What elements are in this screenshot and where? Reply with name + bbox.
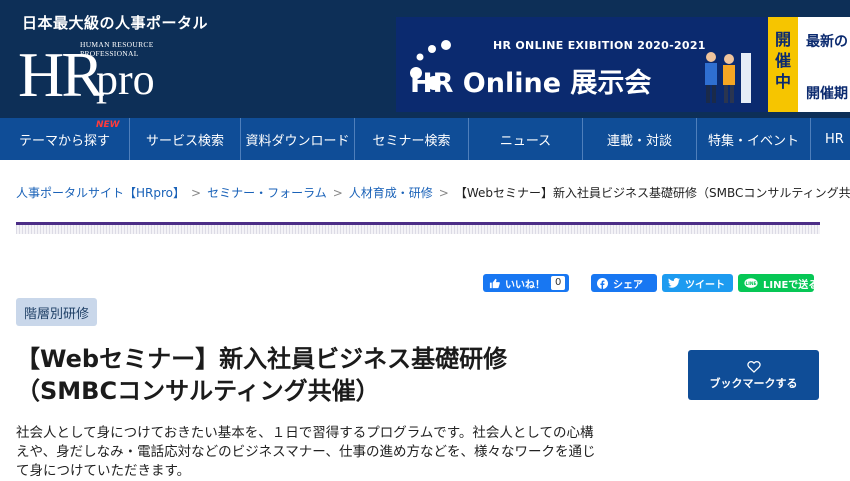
facebook-share-button[interactable]: シェア — [591, 274, 657, 292]
nav-item-theme[interactable]: テーマから探す NEW — [0, 118, 130, 160]
banner-subtitle: HR ONLINE EXIBITION 2020-2021 — [493, 39, 706, 52]
breadcrumb-training[interactable]: 人材育成・研修 — [349, 186, 433, 200]
breadcrumb-current: 【Webセミナー】新入社員ビジネス基礎研修（SMBCコンサルティング共催） — [454, 186, 850, 200]
nav-item-features[interactable]: 特集・イベント — [697, 118, 811, 160]
nav-item-seminar-search[interactable]: セミナー検索 — [355, 118, 469, 160]
banner-side-panel: 最新の 開催期 — [798, 17, 850, 112]
seminar-description: 社会人として身につけておきたい基本を、１日で習得するプログラムです。社会人として… — [16, 425, 596, 479]
divider-pattern — [16, 225, 820, 234]
logo-subtitle: HUMAN RESOURCE PROFESSIONAL — [80, 40, 154, 58]
category-tag[interactable]: 階層別研修 — [16, 298, 97, 326]
thumbs-up-icon — [489, 278, 500, 289]
nav-item-series[interactable]: 連載・対談 — [583, 118, 697, 160]
svg-text:pro: pro — [96, 55, 155, 104]
new-badge: NEW — [96, 120, 120, 130]
bookmark-button[interactable]: ブックマークする — [688, 350, 819, 400]
site-header: 日本最大級の人事ポータル HR pro HUMAN RESOURCE PROFE… — [0, 0, 850, 118]
facebook-icon — [597, 277, 608, 289]
line-send-button[interactable]: LINE LINEで送る — [738, 274, 818, 292]
line-icon: LINE — [744, 277, 758, 289]
people-illustration-icon — [705, 52, 751, 103]
breadcrumb-home[interactable]: 人事ポータルサイト【HRpro】 — [16, 186, 185, 200]
page-title: 【Webセミナー】新入社員ビジネス基礎研修 （SMBCコンサルティング共催） — [16, 345, 508, 405]
svg-text:LINE: LINE — [745, 280, 756, 286]
twitter-tweet-button[interactable]: ツイート — [662, 274, 733, 292]
nav-item-hr[interactable]: HR — [811, 118, 850, 160]
twitter-bird-icon — [668, 278, 680, 288]
nav-item-download[interactable]: 資料ダウンロード — [241, 118, 355, 160]
now-open-badge: 開 催 中 — [768, 17, 798, 112]
nav-item-service-search[interactable]: サービス検索 — [130, 118, 241, 160]
facebook-like-button[interactable]: いいね！ 0 — [483, 274, 569, 292]
site-tagline: 日本最大級の人事ポータル — [22, 14, 209, 32]
breadcrumb-seminar[interactable]: セミナー・フォーラム — [207, 186, 327, 200]
hr-online-banner[interactable]: HR ONLINE EXIBITION 2020-2021 HR Online … — [396, 17, 850, 112]
heart-icon — [746, 360, 761, 373]
main-nav: テーマから探す NEW サービス検索 資料ダウンロード セミナー検索 ニュース … — [0, 118, 850, 160]
banner-headline: HR Online 展示会 — [410, 68, 652, 99]
breadcrumb: 人事ポータルサイト【HRpro】 > セミナー・フォーラム > 人材育成・研修 > 【Web… — [16, 184, 850, 201]
like-count: 0 — [551, 276, 566, 290]
nav-item-news[interactable]: ニュース — [469, 118, 583, 160]
